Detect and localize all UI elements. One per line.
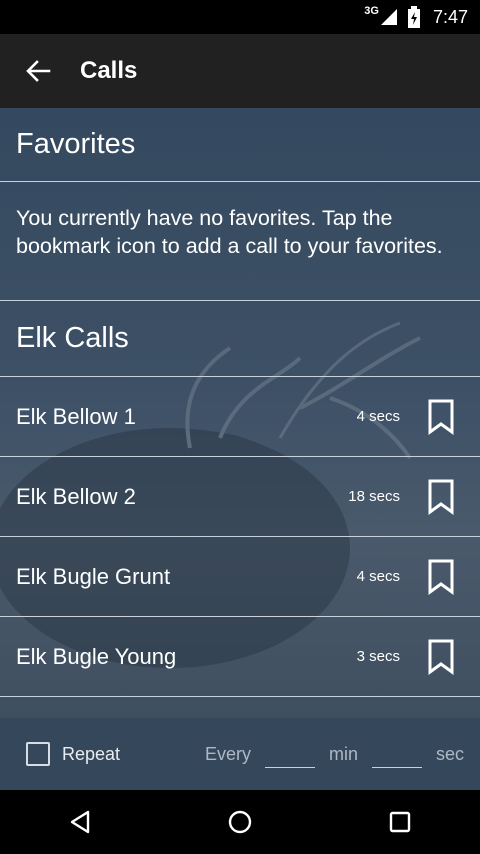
call-name: Elk Bugle Grunt	[16, 563, 171, 589]
bookmark-button[interactable]	[426, 399, 456, 435]
bookmark-button[interactable]	[426, 559, 456, 595]
call-name: Elk Bellow 2	[16, 483, 136, 509]
favorites-empty-message: You currently have no favorites. Tap the…	[0, 182, 480, 301]
seconds-unit-label: sec	[435, 743, 464, 764]
seconds-input[interactable]	[371, 740, 422, 768]
bookmark-outline-icon	[428, 639, 454, 675]
call-row[interactable]: Elk Bellow 2 18 secs	[0, 457, 480, 537]
call-name: Elk Bellow 1	[16, 403, 136, 429]
bookmark-button[interactable]	[426, 639, 456, 675]
favorites-header: Favorites	[0, 108, 480, 182]
call-row[interactable]: Elk Bugle Grunt 4 secs	[0, 537, 480, 617]
call-row[interactable]: Elk Bugle Young 3 secs	[0, 617, 480, 697]
nav-recents-button[interactable]	[376, 798, 424, 846]
square-recents-icon	[389, 811, 411, 833]
every-label: Every	[204, 743, 251, 764]
call-row[interactable]: Elk Bellow 1 4 secs	[0, 377, 480, 457]
page-title: Calls	[80, 57, 138, 84]
minutes-unit-label: min	[328, 743, 358, 764]
repeat-checkbox[interactable]	[26, 742, 50, 766]
calls-list[interactable]: Favorites You currently have no favorite…	[0, 108, 480, 718]
call-duration: 4 secs	[356, 408, 400, 425]
call-name: Elk Bugle Young	[16, 643, 177, 669]
signal-icon	[380, 9, 397, 25]
triangle-back-icon	[70, 810, 90, 834]
network-type: 3G	[364, 5, 379, 17]
call-duration: 3 secs	[356, 648, 400, 665]
circle-home-icon	[228, 810, 252, 834]
back-button[interactable]	[20, 53, 56, 89]
bookmark-outline-icon	[428, 479, 454, 515]
minutes-input[interactable]	[264, 740, 315, 768]
nav-home-button[interactable]	[216, 798, 264, 846]
bookmark-outline-icon	[428, 559, 454, 595]
elk-calls-header: Elk Calls	[0, 301, 480, 377]
call-duration: 4 secs	[356, 568, 400, 585]
arrow-back-icon	[26, 60, 51, 82]
bookmark-outline-icon	[428, 399, 454, 435]
clock: 7:47	[432, 6, 468, 27]
status-bar: 3G 7:47	[0, 0, 480, 34]
repeat-controls: Repeat Every min sec	[0, 718, 480, 790]
app-bar: Calls	[0, 34, 480, 108]
battery-icon	[407, 6, 420, 28]
call-duration: 18 secs	[348, 488, 400, 505]
bookmark-button[interactable]	[426, 479, 456, 515]
nav-back-button[interactable]	[56, 798, 104, 846]
repeat-label: Repeat	[62, 743, 121, 764]
system-nav-bar	[0, 790, 480, 854]
